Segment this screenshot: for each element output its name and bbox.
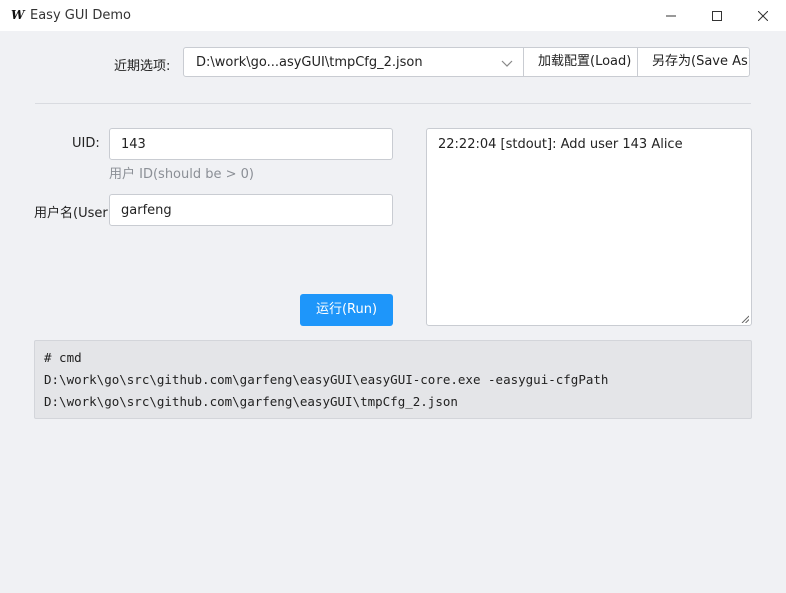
username-label: 用户名(User — [34, 206, 108, 221]
username-value: garfeng — [121, 203, 172, 218]
load-config-button[interactable]: 加载配置(Load) — [524, 47, 638, 77]
window-title: Easy GUI Demo — [30, 8, 131, 23]
output-textarea[interactable]: 22:22:04 [stdout]: Add user 143 Alice — [426, 128, 752, 326]
command-line: # cmd — [44, 350, 82, 365]
close-icon — [758, 10, 768, 21]
chevron-down-icon — [501, 60, 513, 67]
command-preview: # cmd D:\work\go\src\github.com\garfeng\… — [34, 340, 752, 419]
command-line: D:\work\go\src\github.com\garfeng\easyGU… — [44, 394, 458, 409]
username-input[interactable]: garfeng — [109, 194, 393, 226]
app-logo-icon: W — [11, 8, 25, 22]
command-line: D:\work\go\src\github.com\garfeng\easyGU… — [44, 372, 609, 387]
divider — [35, 103, 751, 104]
uid-value: 143 — [121, 137, 146, 152]
recent-options-value: D:\work\go...asyGUI\tmpCfg_2.json — [196, 55, 423, 70]
output-text: 22:22:04 [stdout]: Add user 143 Alice — [438, 137, 683, 152]
run-button[interactable]: 运行(Run) — [300, 294, 393, 326]
recent-options-select[interactable]: D:\work\go...asyGUI\tmpCfg_2.json — [183, 47, 524, 77]
close-button[interactable] — [740, 0, 786, 31]
recent-options-label: 近期选项: — [114, 59, 171, 74]
title-bar[interactable]: W Easy GUI Demo — [0, 0, 786, 31]
app-window: W Easy GUI Demo 近期选项: D:\work\go...asyGU… — [0, 0, 786, 593]
uid-label: UID: — [72, 136, 100, 151]
minimize-icon — [666, 15, 676, 16]
uid-help-text: 用户 ID(should be > 0) — [109, 167, 254, 182]
minimize-button[interactable] — [648, 0, 694, 31]
uid-input[interactable]: 143 — [109, 128, 393, 160]
maximize-button[interactable] — [694, 0, 740, 31]
maximize-icon — [712, 10, 722, 21]
resize-grip-icon[interactable] — [741, 315, 749, 323]
save-as-button[interactable]: 另存为(Save As) — [637, 47, 750, 77]
